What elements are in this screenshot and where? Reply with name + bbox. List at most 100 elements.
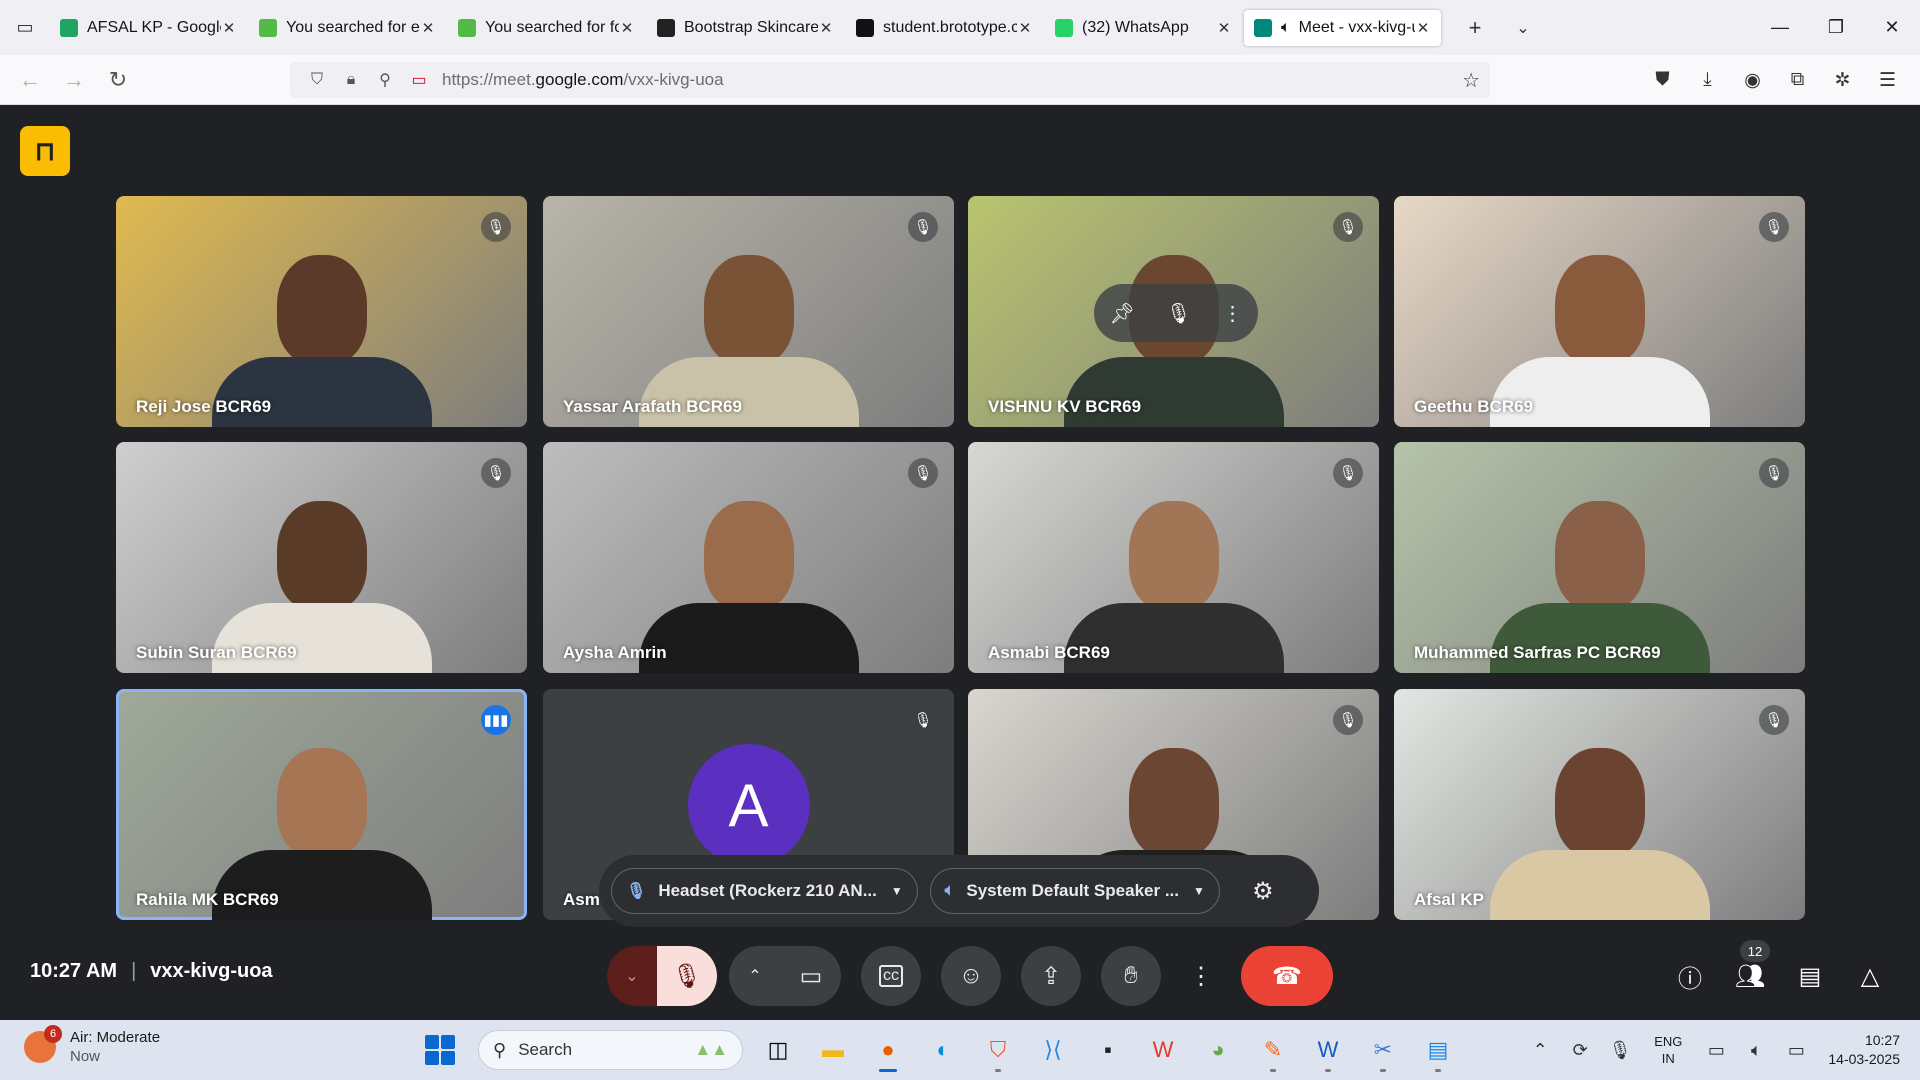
tab-close-icon[interactable]: ✕ [1216, 19, 1232, 37]
participant-name: Asm [563, 890, 600, 909]
activities-button[interactable]: △ [1840, 946, 1900, 1006]
tab-close-icon[interactable]: ✕ [619, 19, 635, 37]
brave-icon[interactable]: ⛉ [975, 1028, 1021, 1072]
weather-widget[interactable]: 6 Air: Moderate Now [24, 1025, 160, 1066]
pin-icon[interactable]: 📌︎ [1110, 301, 1135, 326]
participant-tile[interactable]: 🎙︎ Afsal KP [1394, 689, 1805, 920]
tab-close-icon[interactable]: ✕ [818, 19, 834, 37]
tab-close-icon[interactable]: ✕ [420, 19, 436, 37]
mute-participant-icon[interactable]: 🎙︎ [1166, 301, 1191, 326]
network-icon[interactable]: ▭ [1696, 1040, 1736, 1061]
menu-icon[interactable]: ☰ [1865, 69, 1910, 92]
vscode-icon[interactable]: ⟩⟨ [1030, 1028, 1076, 1072]
speaker-select[interactable]: 🔈︎ System Default Speaker ... ▼ [929, 868, 1220, 914]
browser-tab[interactable]: 🔈︎ Meet - vxx-kivg-uc✕ [1244, 9, 1441, 46]
wps-office-icon[interactable]: W [1140, 1028, 1186, 1072]
settings-gear-icon[interactable]: ⚙ [1240, 868, 1286, 914]
sync-icon[interactable]: ⟳ [1560, 1040, 1600, 1061]
participant-tile[interactable]: 🎙︎ Muhammed Sarfras PC BCR69 [1394, 442, 1805, 673]
browser-tab[interactable]: You searched for footv✕ [448, 10, 645, 46]
permissions-icon[interactable]: ⚲ [368, 70, 402, 90]
microphone-in-use-icon[interactable]: 🎙︎ [1600, 1040, 1640, 1061]
participant-tile[interactable]: ▮▮▮ Rahila MK BCR69 [116, 689, 527, 920]
participant-tile[interactable]: 🎙︎ Aysha Amrin [543, 442, 954, 673]
participant-tile[interactable]: 🎙︎ Subin Suran BCR69 [116, 442, 527, 673]
participant-tile[interactable]: 🎙︎ Yassar Arafath BCR69 [543, 196, 954, 427]
camera-sharing-icon[interactable]: ▭ [402, 70, 436, 90]
taskbar-apps: ⚲ Search ▲▲ ◫ ▬ ● ◐ ⛉ ⟩⟨ ▪ W ◕ ✎ W ✂ ▤ [418, 1028, 1470, 1072]
start-button[interactable] [418, 1028, 462, 1072]
address-bar[interactable]: ⛉ 🔒︎ ⚲ ▭ https://meet.google.com/vxx-kiv… [290, 62, 1490, 98]
show-hidden-icons-icon[interactable]: ⌃ [1520, 1040, 1560, 1061]
people-button[interactable]: 👥︎ 12 [1720, 940, 1780, 1006]
firefox-icon[interactable]: ● [865, 1028, 911, 1072]
participant-tile[interactable]: 🎙︎ Reji Jose BCR69 [116, 196, 527, 427]
language-indicator[interactable]: ENG IN [1654, 1033, 1682, 1067]
extensions-icon[interactable]: ⧉ [1775, 69, 1820, 91]
participant-tile[interactable]: 🎙︎ Geethu BCR69 [1394, 196, 1805, 427]
browser-tab[interactable]: You searched for e cor✕ [249, 10, 446, 46]
camera-button[interactable]: ▭ [781, 946, 841, 1006]
restore-icon[interactable]: ❐ [1808, 0, 1864, 55]
info-icon: ⓘ [1678, 965, 1702, 993]
mic-off-button[interactable]: 🎙︎ [657, 946, 717, 1006]
account-icon[interactable]: ◉ [1730, 69, 1775, 92]
tab-actions: + ⌄ [1451, 15, 1547, 41]
clock[interactable]: 10:27 14-03-2025 [1828, 1031, 1900, 1069]
tab-close-icon[interactable]: ✕ [1415, 19, 1431, 37]
reload-icon[interactable]: ↻ [96, 67, 140, 93]
file-explorer-icon[interactable]: ▬ [810, 1028, 856, 1072]
tab-close-icon[interactable]: ✕ [221, 19, 237, 37]
meeting-info-button[interactable]: ⓘ [1660, 946, 1720, 1006]
participant-tile[interactable]: 🎙︎ VISHNU KV BCR69 📌︎ 🎙︎ ⋮ [968, 196, 1379, 427]
minimize-icon[interactable]: — [1752, 0, 1808, 55]
new-tab-icon[interactable]: + [1451, 15, 1499, 41]
captions-button[interactable]: cc [861, 946, 921, 1006]
url-text[interactable]: https://meet.google.com/vxx-kivg-uoa [442, 70, 724, 90]
raise-hand-button[interactable]: ✋︎ [1101, 946, 1161, 1006]
more-options-button[interactable]: ⋮ [1181, 946, 1221, 1006]
bookmark-star-icon[interactable]: ☆ [1462, 68, 1480, 93]
browser-tab[interactable]: AFSAL KP - Google Dri✕ [50, 10, 247, 46]
lock-icon[interactable]: 🔒︎ [334, 71, 368, 89]
pocket-icon[interactable]: ⛊ [1640, 69, 1685, 91]
browser-tab[interactable]: student.brototype.com✕ [846, 10, 1043, 46]
audio-options-chevron-icon[interactable]: ⌄ [607, 946, 657, 1006]
browser-tab[interactable]: Bootstrap Skincare Ecc✕ [647, 10, 844, 46]
weather-icon: 6 [24, 1025, 62, 1063]
present-button[interactable]: ⇪ [1021, 946, 1081, 1006]
video-options-chevron-icon[interactable]: ⌃ [729, 946, 781, 1006]
addon-icon[interactable]: ✲ [1820, 69, 1865, 92]
microphone-select[interactable]: 🎙︎ Headset (Rockerz 210 AN... ▼ [611, 868, 918, 914]
word-icon[interactable]: W [1305, 1028, 1351, 1072]
chameleon-app-icon[interactable]: ◕ [1195, 1028, 1241, 1072]
battery-icon[interactable]: ▭ [1776, 1040, 1816, 1061]
shield-icon[interactable]: ⛉ [300, 71, 334, 89]
pen-app-icon[interactable]: ✎ [1250, 1028, 1296, 1072]
meeting-activity-icon[interactable]: ⊓ [20, 126, 70, 176]
leave-call-button[interactable]: ☎︎ [1241, 946, 1333, 1006]
more-vert-icon[interactable]: ⋮ [1222, 301, 1242, 326]
list-all-tabs-icon[interactable]: ⌄ [1499, 18, 1547, 38]
tab-list-icon[interactable]: ▭ [0, 0, 50, 55]
back-icon[interactable]: ← [8, 67, 52, 93]
taskbar-search[interactable]: ⚲ Search ▲▲ [478, 1030, 743, 1070]
volume-icon[interactable]: 🔈︎ [1736, 1040, 1776, 1061]
forward-icon[interactable]: → [52, 67, 96, 93]
search-icon: ⚲ [493, 1039, 507, 1060]
tab-audio-icon[interactable]: 🔈︎ [1281, 19, 1291, 37]
notepad-icon[interactable]: ▤ [1415, 1028, 1461, 1072]
browser-tab[interactable]: (32) WhatsApp ✕ [1045, 10, 1242, 46]
participant-tile[interactable]: 🎙︎ Asmabi BCR69 [968, 442, 1379, 673]
reactions-button[interactable]: ☺ [941, 946, 1001, 1006]
muted-mic-icon: 🎙︎ [481, 212, 511, 242]
downloads-icon[interactable]: ⤓ [1685, 69, 1730, 91]
edge-icon[interactable]: ◐ [920, 1028, 966, 1072]
task-view-icon[interactable]: ◫ [755, 1028, 801, 1072]
tab-label: Meet - vxx-kivg-uc [1298, 18, 1415, 36]
snipping-tool-icon[interactable]: ✂ [1360, 1028, 1406, 1072]
tab-close-icon[interactable]: ✕ [1017, 19, 1033, 37]
chat-button[interactable]: ▤ [1780, 946, 1840, 1006]
close-window-icon[interactable]: ✕ [1864, 0, 1920, 55]
terminal-icon[interactable]: ▪ [1085, 1028, 1131, 1072]
